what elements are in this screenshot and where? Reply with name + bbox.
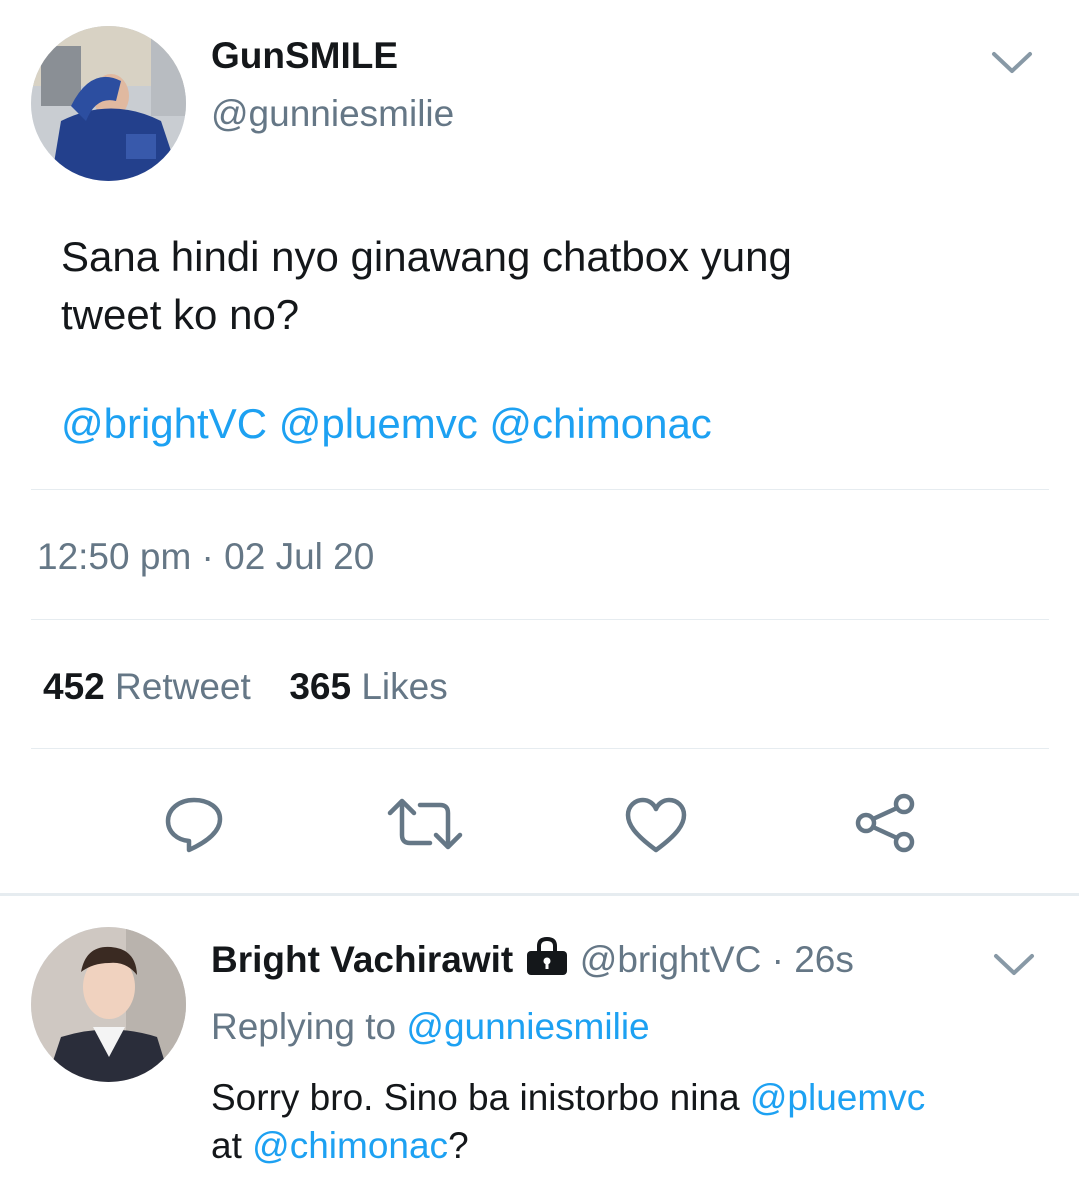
retweet-label: Retweet — [115, 666, 251, 707]
like-stat[interactable]: 365 Likes — [289, 666, 447, 707]
tweet-mentions: @brightVC @pluemvc @chimonac — [61, 398, 712, 450]
like-count: 365 — [289, 666, 352, 707]
author-handle[interactable]: @gunniesmilie — [211, 93, 454, 135]
mention-link[interactable]: @pluemvc — [750, 1077, 925, 1118]
reply-avatar[interactable] — [31, 927, 186, 1082]
divider — [31, 748, 1049, 749]
divider — [31, 619, 1049, 620]
reply-text-line: at @chimonac? — [211, 1122, 925, 1170]
mention-link[interactable]: @chimonac — [252, 1125, 448, 1166]
replying-prefix: Replying to — [211, 1006, 397, 1047]
mention-link[interactable]: @chimonac — [489, 400, 711, 447]
chevron-down-icon[interactable] — [990, 50, 1034, 76]
divider — [31, 489, 1049, 490]
reply-author-name[interactable]: Bright Vachirawit — [211, 939, 513, 980]
reply-text: Sorry bro. Sino ba inistorbo nina @pluem… — [211, 1074, 925, 1170]
section-separator — [0, 893, 1079, 896]
reply-header: Bright Vachirawit @brightVC · 26s — [211, 936, 854, 985]
retweet-count: 452 — [43, 666, 105, 707]
reply-text-line: Sorry bro. Sino ba inistorbo nina @pluem… — [211, 1074, 925, 1122]
tweet-stats: 452 Retweet 365 Likes — [43, 666, 448, 708]
time-separator: · — [771, 939, 784, 980]
replying-handle-link[interactable]: @gunniesmilie — [406, 1006, 649, 1047]
lock-icon — [524, 936, 570, 985]
replying-to: Replying to @gunniesmilie — [211, 1006, 650, 1048]
author-name[interactable]: GunSMILE — [211, 35, 398, 77]
reply-icon[interactable] — [162, 794, 226, 859]
tweet-timestamp[interactable]: 12:50 pm · 02 Jul 20 — [37, 536, 374, 578]
tweet-text: Sana hindi nyo ginawang chatbox yung twe… — [61, 228, 792, 344]
mention-link[interactable]: @brightVC — [61, 400, 267, 447]
tweet-text-line: tweet ko no? — [61, 291, 300, 338]
reply-author-handle[interactable]: @brightVC — [580, 939, 762, 980]
reply-text-end: ? — [448, 1125, 469, 1166]
chevron-down-icon[interactable] — [992, 952, 1036, 978]
tweet-text-line: Sana hindi nyo ginawang chatbox yung — [61, 233, 792, 280]
author-avatar[interactable] — [31, 26, 186, 181]
reply-text-part: at — [211, 1125, 242, 1166]
mention-link[interactable]: @pluemvc — [279, 400, 478, 447]
reply-text-part: Sorry bro. Sino ba inistorbo nina — [211, 1077, 740, 1118]
like-label: Likes — [361, 666, 448, 707]
share-icon[interactable] — [854, 792, 918, 859]
reply-time[interactable]: 26s — [794, 939, 854, 980]
like-icon[interactable] — [624, 796, 688, 859]
retweet-stat[interactable]: 452 Retweet — [43, 666, 261, 707]
retweet-icon[interactable] — [386, 795, 464, 858]
